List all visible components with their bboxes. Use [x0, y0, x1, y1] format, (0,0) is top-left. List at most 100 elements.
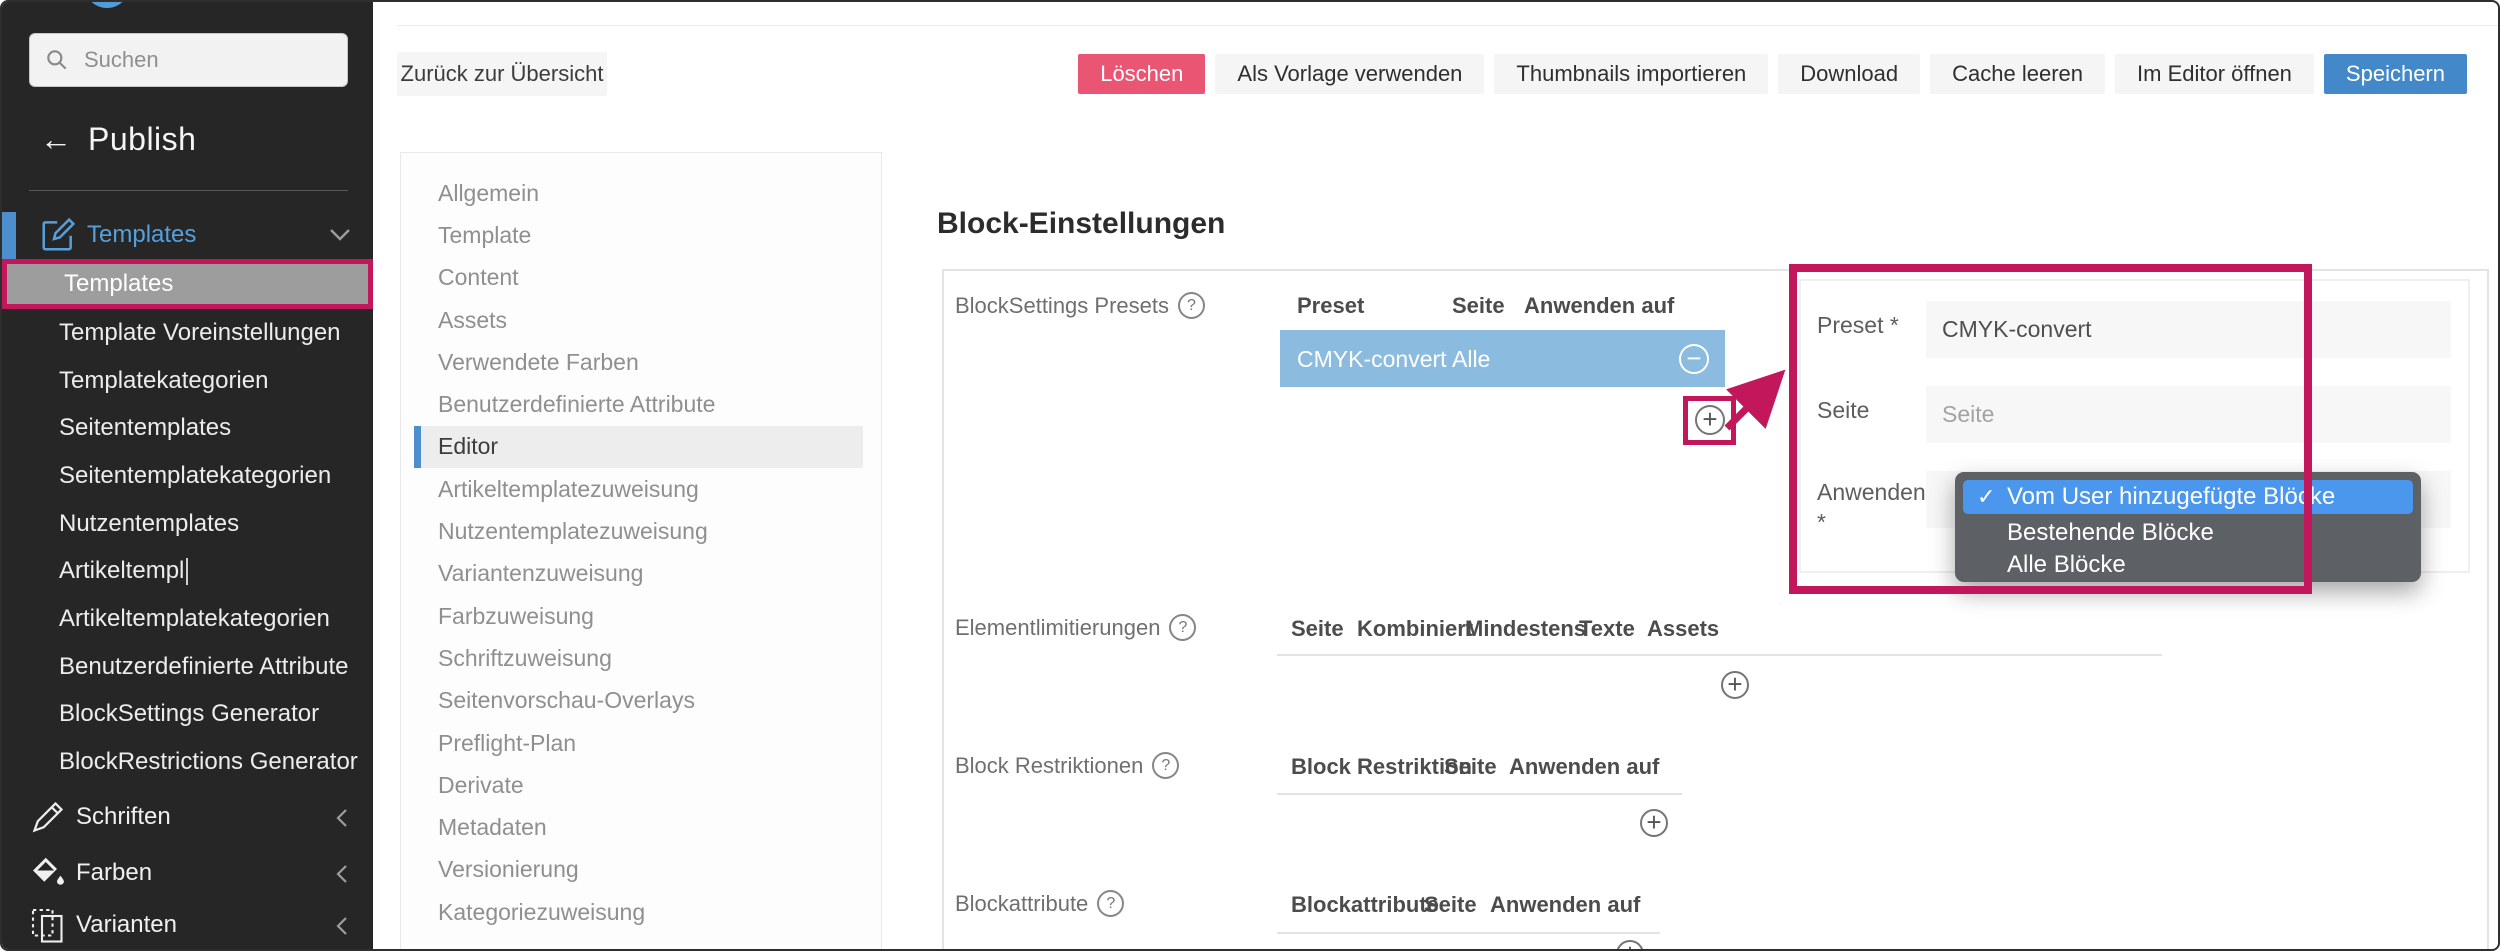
templates-submenu: Templates Template Voreinstellungen Temp…: [2, 259, 373, 786]
chevron-left-icon[interactable]: [335, 808, 349, 828]
preset-value-field[interactable]: [1926, 301, 2451, 358]
clear-cache-button[interactable]: Cache leeren: [1930, 54, 2105, 94]
add-elementlimitierung-button[interactable]: +: [1721, 671, 1749, 699]
sidebar: ← Publish Templates Templates Template V…: [2, 2, 373, 951]
subnav-item-content[interactable]: Content: [401, 257, 881, 299]
seite-field[interactable]: [1926, 386, 2451, 443]
back-to-overview-button[interactable]: Zurück zur Übersicht: [397, 52, 607, 96]
text-cursor: [186, 558, 188, 585]
use-as-template-button[interactable]: Als Vorlage verwenden: [1215, 54, 1484, 94]
col-seite: Seite: [1444, 754, 1497, 780]
col-texte: Texte: [1579, 616, 1635, 642]
sidebar-subitem-benutzerdefinierte-attribute[interactable]: Benutzerdefinierte Attribute: [2, 643, 373, 691]
col-seite: Seite: [1291, 616, 1344, 642]
delete-button[interactable]: Löschen: [1078, 54, 1205, 94]
col-anwenden-auf: Anwenden auf: [1490, 892, 1640, 918]
chevron-down-icon[interactable]: [329, 228, 351, 242]
subnav-item-metadaten[interactable]: Metadaten: [401, 806, 881, 848]
subnav-item-versionierung[interactable]: Versionierung: [401, 849, 881, 891]
sidebar-item-label: Varianten: [76, 911, 177, 939]
sidebar-item-label: Farben: [76, 859, 152, 887]
help-icon[interactable]: ?: [1097, 890, 1124, 917]
logo-icon: [84, 0, 130, 8]
save-button[interactable]: Speichern: [2324, 54, 2467, 94]
download-button[interactable]: Download: [1778, 54, 1920, 94]
column-header-seite: Seite: [1452, 293, 1505, 319]
subitem-label: Template Voreinstellungen: [59, 319, 341, 347]
add-block-restriktion-button[interactable]: +: [1640, 809, 1668, 837]
blockattribute-label: Blockattribute ?: [955, 890, 1124, 917]
preset-table-row[interactable]: CMYK-convert Alle −: [1280, 330, 1725, 387]
column-header-anwenden-auf: Anwenden auf: [1524, 293, 1674, 319]
option-label: Vom User hinzugefügte Blöcke: [2007, 483, 2335, 511]
subitem-label: Templates: [64, 270, 173, 298]
open-in-editor-button[interactable]: Im Editor öffnen: [2115, 54, 2314, 94]
settings-subnav: Allgemein Template Content Assets Verwen…: [400, 152, 882, 951]
subnav-item-derivate[interactable]: Derivate: [401, 764, 881, 806]
subnav-item-preflight-plan[interactable]: Preflight-Plan: [401, 722, 881, 764]
add-preset-button[interactable]: +: [1695, 405, 1725, 435]
import-thumbnails-button[interactable]: Thumbnails importieren: [1494, 54, 1768, 94]
sidebar-subitem-nutzentemplates[interactable]: Nutzentemplates: [2, 500, 373, 548]
chevron-left-icon[interactable]: [335, 916, 349, 936]
col-seite: Seite: [1424, 892, 1477, 918]
subnav-item-template[interactable]: Template: [401, 214, 881, 256]
dropdown-option-bestehende[interactable]: Bestehende Blöcke: [2007, 518, 2214, 548]
subnav-item-farbzuweisung[interactable]: Farbzuweisung: [401, 595, 881, 637]
sidebar-item-varianten[interactable]: Varianten: [2, 903, 373, 947]
subitem-label: BlockRestrictions Generator: [59, 748, 358, 776]
search-icon: [44, 47, 70, 73]
publish-header[interactable]: ← Publish: [40, 117, 196, 161]
sidebar-subitem-seitentemplatekategorien[interactable]: Seitentemplatekategorien: [2, 452, 373, 500]
preset-cell: CMYK-convert: [1297, 346, 1447, 373]
app-window: ← Publish Templates Templates Template V…: [0, 0, 2500, 951]
label-text: BlockSettings Presets: [955, 293, 1169, 319]
col-blockattribute: Blockattribute: [1291, 892, 1439, 918]
help-icon[interactable]: ?: [1152, 752, 1179, 779]
sidebar-search[interactable]: [29, 33, 348, 87]
back-arrow-icon[interactable]: ←: [40, 123, 72, 155]
subnav-item-nutzentemplatezuweisung[interactable]: Nutzentemplatezuweisung: [401, 510, 881, 552]
help-icon[interactable]: ?: [1169, 614, 1196, 641]
sidebar-subitem-seitentemplates[interactable]: Seitentemplates: [2, 404, 373, 452]
subnav-item-kategoriezuweisung[interactable]: Kategoriezuweisung: [401, 891, 881, 933]
col-assets: Assets: [1647, 616, 1719, 642]
subitem-label: Nutzentemplates: [59, 510, 239, 538]
sidebar-subitem-blocksettings-generator[interactable]: BlockSettings Generator: [2, 691, 373, 739]
sidebar-subitem-artikeltemplatekategorien[interactable]: Artikeltemplatekategorien: [2, 595, 373, 643]
sidebar-item-schriften[interactable]: Schriften: [2, 795, 373, 839]
label-text: Blockattribute: [955, 891, 1088, 917]
dropdown-option-alle[interactable]: Alle Blöcke: [2007, 550, 2126, 580]
sidebar-subitem-template-voreinstellungen[interactable]: Template Voreinstellungen: [2, 309, 373, 357]
subnav-item-seitenvorschau-overlays[interactable]: Seitenvorschau-Overlays: [401, 680, 881, 722]
sidebar-subitem-blockrestrictions-generator[interactable]: BlockRestrictions Generator: [2, 738, 373, 786]
subnav-item-benutzerdefinierte-attribute[interactable]: Benutzerdefinierte Attribute: [401, 383, 881, 425]
subnav-item-schriftzuweisung[interactable]: Schriftzuweisung: [401, 637, 881, 679]
subnav-item-editor[interactable]: Editor: [414, 426, 863, 468]
dropdown-option-selected[interactable]: ✓ Vom User hinzugefügte Blöcke: [1963, 480, 2413, 514]
blocksettings-presets-label: BlockSettings Presets ?: [955, 292, 1205, 319]
remove-preset-button[interactable]: −: [1679, 344, 1709, 374]
search-input[interactable]: [82, 46, 312, 74]
column-header-preset: Preset: [1297, 293, 1364, 319]
block-restriktionen-label: Block Restriktionen ?: [955, 752, 1179, 779]
subitem-label: BlockSettings Generator: [59, 700, 319, 728]
label-text: Block Restriktionen: [955, 753, 1143, 779]
action-toolbar: Löschen Als Vorlage verwenden Thumbnails…: [1078, 54, 2467, 94]
subnav-item-artikeltemplatezuweisung[interactable]: Artikeltemplatezuweisung: [401, 468, 881, 510]
subnav-item-variantenzuweisung[interactable]: Variantenzuweisung: [401, 553, 881, 595]
sidebar-divider: [29, 190, 348, 191]
sidebar-item-farben[interactable]: Farben: [2, 851, 373, 895]
sidebar-subitem-templatekategorien[interactable]: Templatekategorien: [2, 357, 373, 405]
sidebar-item-templates[interactable]: Templates: [2, 212, 373, 258]
page-title: Block-Einstellungen: [937, 207, 1225, 241]
sidebar-subitem-artikeltemplates[interactable]: Artikeltempl: [2, 547, 373, 595]
sidebar-subitem-templates[interactable]: Templates: [2, 259, 373, 309]
subnav-item-allgemein[interactable]: Allgemein: [401, 172, 881, 214]
elementlimitierungen-label: Elementlimitierungen ?: [955, 614, 1196, 641]
chevron-left-icon[interactable]: [335, 864, 349, 884]
help-icon[interactable]: ?: [1178, 292, 1205, 319]
sidebar-item-label: Schriften: [76, 803, 171, 831]
subnav-item-assets[interactable]: Assets: [401, 299, 881, 341]
subnav-item-verwendete-farben[interactable]: Verwendete Farben: [401, 341, 881, 383]
